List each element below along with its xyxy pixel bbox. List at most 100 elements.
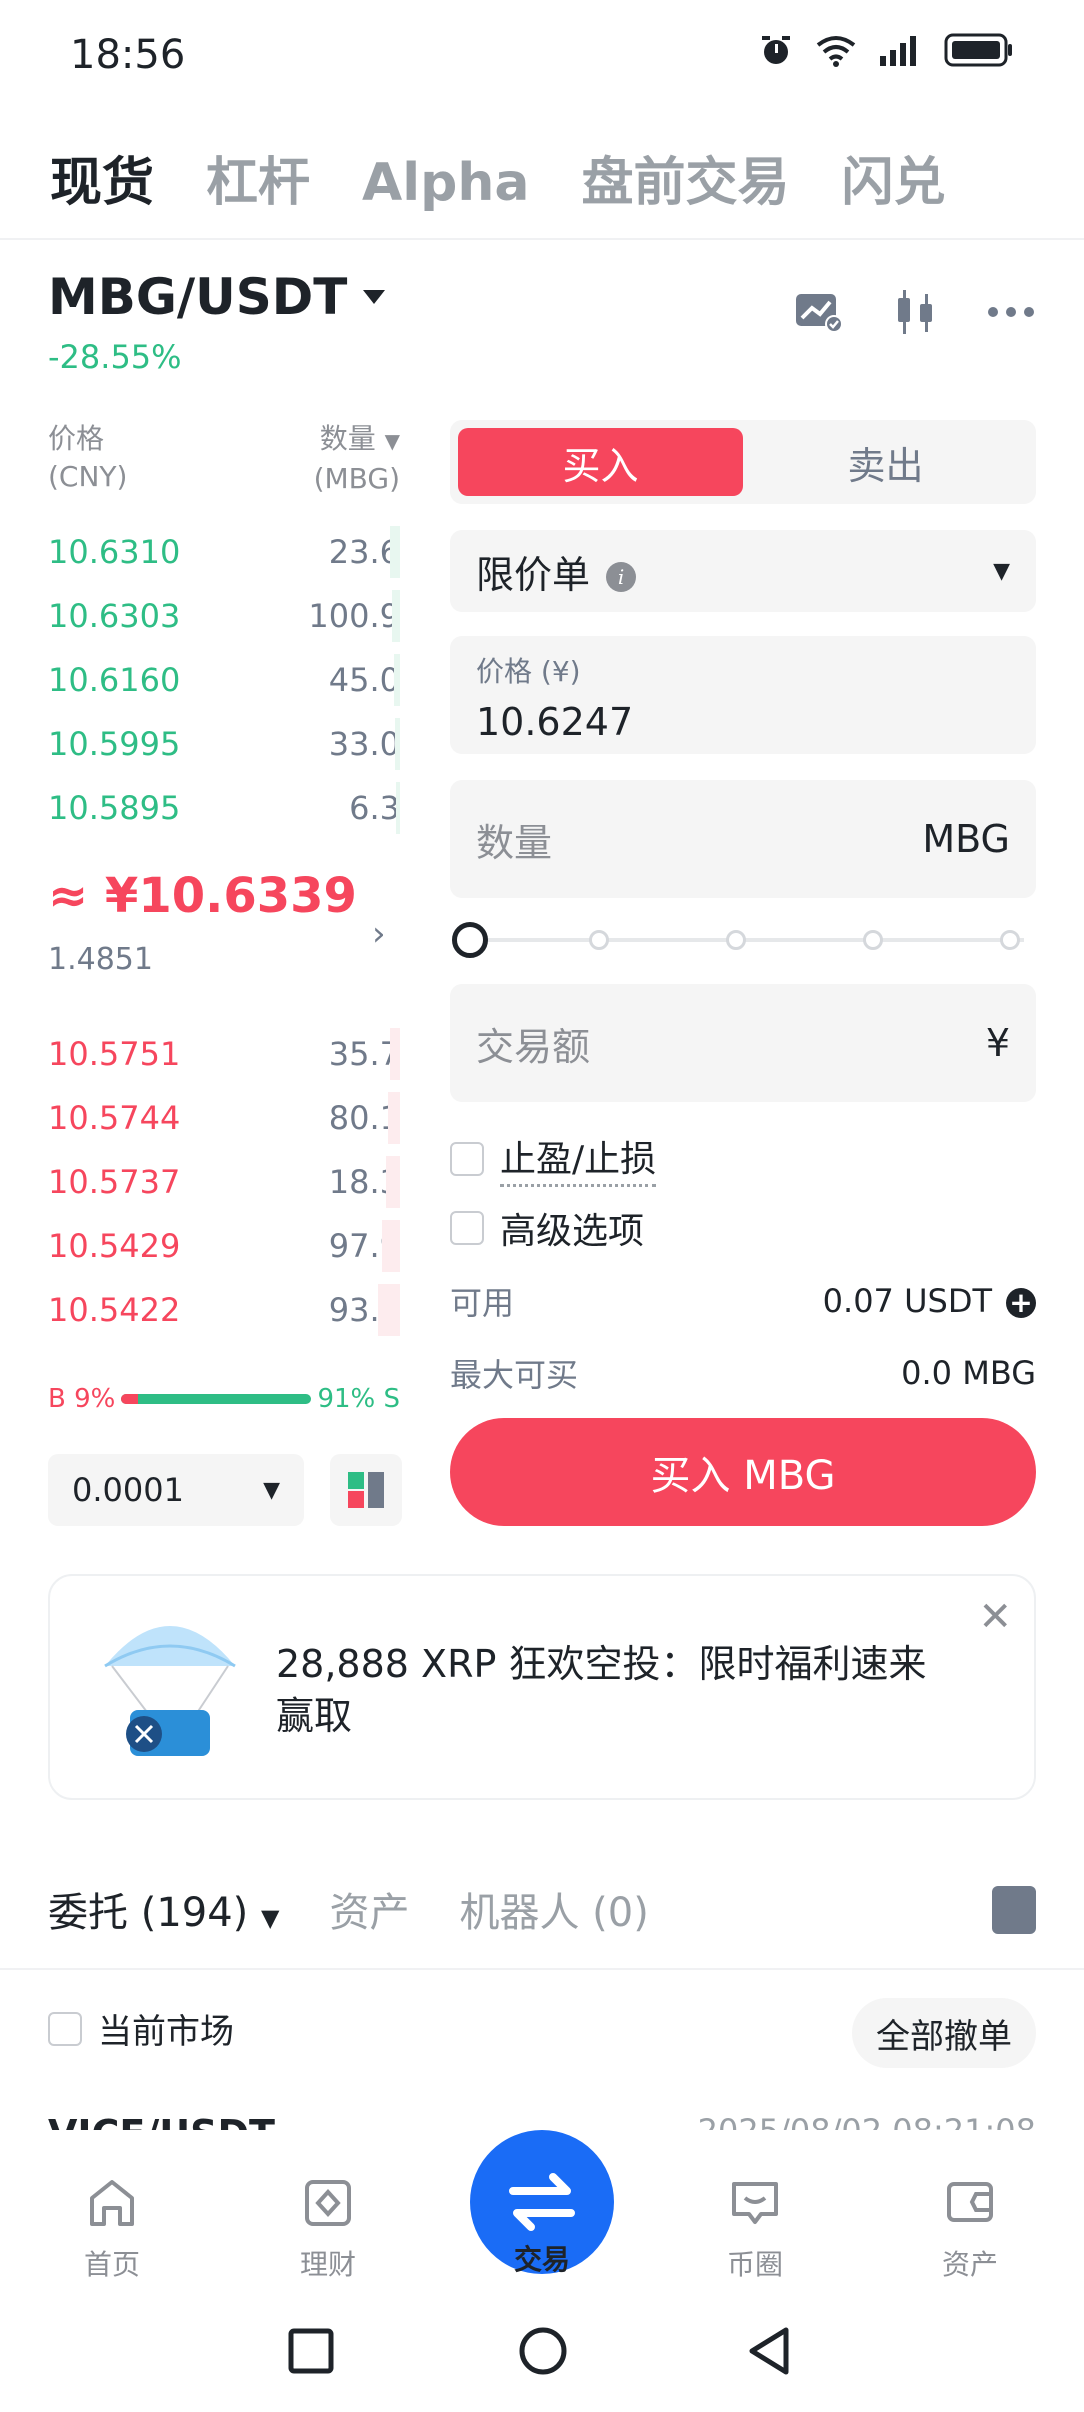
quantity-field[interactable]: 数量 MBG	[450, 780, 1036, 898]
nav-square[interactable]: 币圈	[685, 2178, 825, 2283]
parachute-icon	[104, 1626, 236, 1756]
promo-banner[interactable]: 28,888 XRP 狂欢空投：限时福利速来赢取 ✕	[48, 1574, 1036, 1800]
chat-icon	[732, 2182, 778, 2224]
slider-step[interactable]	[863, 930, 883, 950]
orders-divider	[0, 1968, 1084, 1970]
bottom-nav: 首页 理财 交易 币圈 资产	[0, 2130, 1084, 2283]
ask-row[interactable]: 10.6310 23.6	[48, 520, 400, 584]
advanced-option[interactable]: 高级选项	[450, 1202, 644, 1254]
caret-down-icon: ▼	[263, 1477, 280, 1503]
buy-tab[interactable]: 买入	[458, 428, 743, 496]
bid-row[interactable]: 10.5422 93.0	[48, 1278, 400, 1342]
advanced-label: 高级选项	[500, 1211, 645, 1252]
ask-row[interactable]: 10.6160 45.0	[48, 648, 400, 712]
order-type-label: 限价单	[476, 552, 591, 597]
caret-down-icon: ▼	[261, 1904, 280, 1932]
nav-trade-label[interactable]: 交易	[472, 2238, 612, 2278]
available-value: 0.07 USDT	[822, 1282, 992, 1320]
recents-icon[interactable]	[288, 2328, 334, 2374]
chart-icon[interactable]	[794, 290, 844, 334]
tab-margin[interactable]: 杠杆	[206, 140, 310, 215]
market-tabs: 现货 杠杆 Alpha 盘前交易 闪兑	[50, 140, 945, 215]
status-icons	[758, 32, 1014, 68]
status-time: 18:56	[70, 32, 186, 78]
price-field[interactable]: 价格 (¥) 10.6247	[450, 636, 1036, 754]
chevron-right-icon[interactable]: ›	[372, 914, 386, 954]
caret-down-icon: ▼	[993, 558, 1010, 584]
ask-row[interactable]: 10.5895 6.3	[48, 776, 400, 840]
ask-row[interactable]: 10.5995 33.0	[48, 712, 400, 776]
wallet-icon	[947, 2182, 993, 2222]
current-market-checkbox[interactable]	[48, 2011, 82, 2046]
orderbook-price-header: 价格 (CNY)	[48, 422, 128, 493]
tab-orders[interactable]: 委托 (194) ▼	[48, 1880, 279, 1938]
slider-step[interactable]	[1000, 930, 1020, 950]
more-icon[interactable]	[986, 305, 1036, 319]
tp-sl-checkbox[interactable]	[450, 1141, 484, 1176]
pair-change: -28.55%	[48, 338, 182, 376]
available-row: 可用 0.07 USDT +	[450, 1278, 1036, 1324]
layout-icon	[348, 1472, 384, 1508]
tp-sl-label: 止盈/止损	[500, 1130, 657, 1187]
order-history-icon[interactable]	[992, 1886, 1036, 1934]
orderbook-qty-header[interactable]: 数量 ▼ (MBG)	[270, 420, 400, 498]
tab-bots[interactable]: 机器人 (0)	[459, 1880, 648, 1938]
amount-unit: ¥	[985, 1021, 1010, 1065]
candlestick-icon[interactable]	[892, 288, 938, 336]
tab-convert[interactable]: 闪兑	[841, 140, 945, 215]
tab-assets[interactable]: 资产	[329, 1880, 409, 1938]
plus-icon[interactable]: +	[1006, 1288, 1036, 1318]
advanced-checkbox[interactable]	[450, 1211, 484, 1245]
nav-assets[interactable]: 资产	[900, 2178, 1040, 2283]
close-icon[interactable]: ✕	[978, 1594, 1012, 1640]
info-icon[interactable]: i	[606, 562, 637, 592]
tabs-divider	[0, 238, 1084, 240]
tp-sl-option[interactable]: 止盈/止损	[450, 1130, 657, 1187]
buy-submit-button[interactable]: 买入 MBG	[450, 1418, 1036, 1526]
signal-icon	[880, 36, 916, 66]
earn-icon	[305, 2180, 351, 2226]
current-market-filter[interactable]: 当前市场	[48, 2004, 234, 2053]
slider-step[interactable]	[726, 930, 746, 950]
bid-row[interactable]: 10.5429 97.9	[48, 1214, 400, 1278]
back-icon[interactable]	[746, 2326, 792, 2376]
bid-row[interactable]: 10.5737 18.3	[48, 1150, 400, 1214]
tab-spot[interactable]: 现货	[50, 140, 154, 215]
amount-placeholder: 交易额	[476, 1024, 591, 1069]
orders-tabs: 委托 (194) ▼ 资产 机器人 (0)	[48, 1880, 649, 1938]
bid-row[interactable]: 10.5744 80.1	[48, 1086, 400, 1150]
banner-text: 28,888 XRP 狂欢空投：限时福利速来赢取	[276, 1642, 927, 1738]
sell-tab[interactable]: 卖出	[743, 428, 1028, 496]
slider-knob[interactable]	[452, 922, 488, 958]
quantity-placeholder: 数量	[476, 820, 553, 865]
ask-row[interactable]: 10.6303 100.9	[48, 584, 400, 648]
system-nav	[0, 2290, 1084, 2412]
pair-selector[interactable]: MBG/USDT	[48, 268, 387, 326]
orderbook-layout-button[interactable]	[330, 1454, 402, 1526]
price-label: 价格 (¥)	[476, 655, 581, 688]
wifi-icon	[816, 36, 856, 67]
bid-row[interactable]: 10.5751 35.7	[48, 1022, 400, 1086]
order-type-select[interactable]: 限价单 i ▼	[450, 530, 1036, 612]
tab-premarket[interactable]: 盘前交易	[581, 140, 789, 215]
nav-earn[interactable]: 理财	[258, 2178, 398, 2283]
max-buy-value: 0.0 MBG	[901, 1354, 1036, 1392]
cancel-all-button[interactable]: 全部撤单	[852, 1998, 1036, 2068]
precision-select[interactable]: 0.0001 ▼	[48, 1454, 304, 1526]
amount-slider[interactable]	[450, 920, 1036, 960]
buy-sell-toggle: 买入 卖出	[450, 420, 1036, 504]
home-icon	[90, 2180, 134, 2226]
price-input[interactable]: 10.6247	[476, 700, 1010, 744]
nav-home[interactable]: 首页	[42, 2178, 182, 2283]
ratio-bar	[121, 1394, 312, 1404]
home-circle-icon[interactable]	[518, 2326, 568, 2376]
header-actions	[794, 288, 1036, 336]
mid-price-sub: 1.4851	[48, 942, 153, 977]
pair-name: MBG/USDT	[48, 268, 348, 326]
amount-field[interactable]: 交易额 ¥	[450, 984, 1036, 1102]
slider-step[interactable]	[589, 930, 609, 950]
quantity-unit: MBG	[922, 817, 1010, 861]
caret-down-icon	[363, 290, 386, 304]
battery-icon	[944, 33, 1012, 67]
tab-alpha[interactable]: Alpha	[362, 153, 529, 213]
